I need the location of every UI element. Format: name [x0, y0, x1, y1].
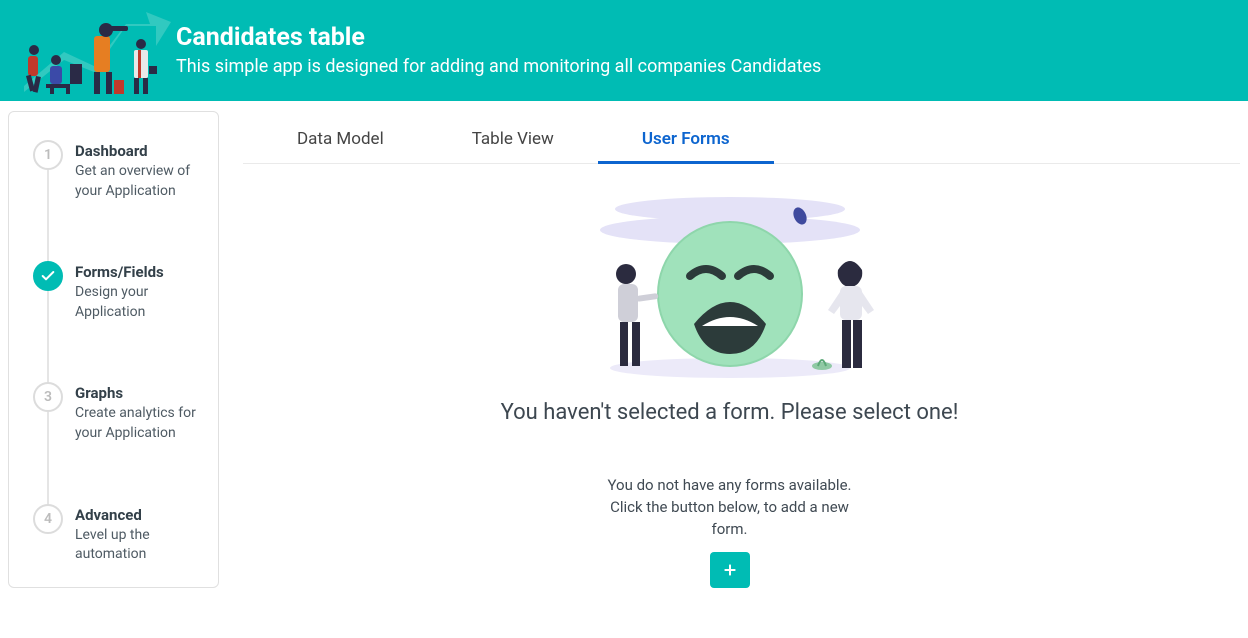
step-desc: Level up the automation [75, 526, 202, 565]
main-panel: Data Model Table View User Forms [219, 111, 1240, 588]
step-marker-check [33, 261, 63, 291]
step-title: Graphs [75, 384, 202, 402]
setup-stepper: 1 Dashboard Get an overview of your Appl… [8, 111, 219, 588]
step-dashboard[interactable]: 1 Dashboard Get an overview of your Appl… [33, 140, 202, 261]
empty-state: You haven't selected a form. Please sele… [243, 184, 1216, 588]
step-marker: 4 [33, 504, 63, 534]
empty-hint: You do not have any forms available. Cli… [600, 475, 860, 540]
tab-user-forms[interactable]: User Forms [598, 111, 774, 163]
plus-icon [722, 562, 738, 578]
step-desc: Get an overview of your Application [75, 162, 202, 201]
step-title: Advanced [75, 506, 202, 524]
tab-data-model[interactable]: Data Model [253, 111, 428, 163]
step-connector [47, 170, 49, 265]
add-form-button[interactable] [710, 552, 750, 588]
step-desc: Create analytics for your Application [75, 404, 202, 443]
step-title: Forms/Fields [75, 263, 202, 281]
step-graphs[interactable]: 3 Graphs Create analytics for your Appli… [33, 382, 202, 503]
page-title: Candidates table [176, 23, 821, 52]
check-icon [40, 268, 56, 284]
step-advanced[interactable]: 4 Advanced Level up the automation [33, 504, 202, 565]
step-connector [47, 412, 49, 507]
page-subtitle: This simple app is designed for adding a… [176, 56, 821, 77]
empty-illustration [560, 184, 900, 384]
step-connector [47, 291, 49, 386]
step-marker: 1 [33, 140, 63, 170]
step-title: Dashboard [75, 142, 202, 160]
header-illustration [16, 0, 176, 101]
step-forms-fields[interactable]: Forms/Fields Design your Application [33, 261, 202, 382]
header-banner: Candidates table This simple app is desi… [0, 0, 1248, 101]
step-marker: 3 [33, 382, 63, 412]
empty-headline: You haven't selected a form. Please sele… [243, 400, 1216, 425]
tab-bar: Data Model Table View User Forms [243, 111, 1240, 164]
header-text: Candidates table This simple app is desi… [176, 25, 821, 77]
tab-table-view[interactable]: Table View [428, 111, 598, 163]
step-desc: Design your Application [75, 283, 202, 322]
